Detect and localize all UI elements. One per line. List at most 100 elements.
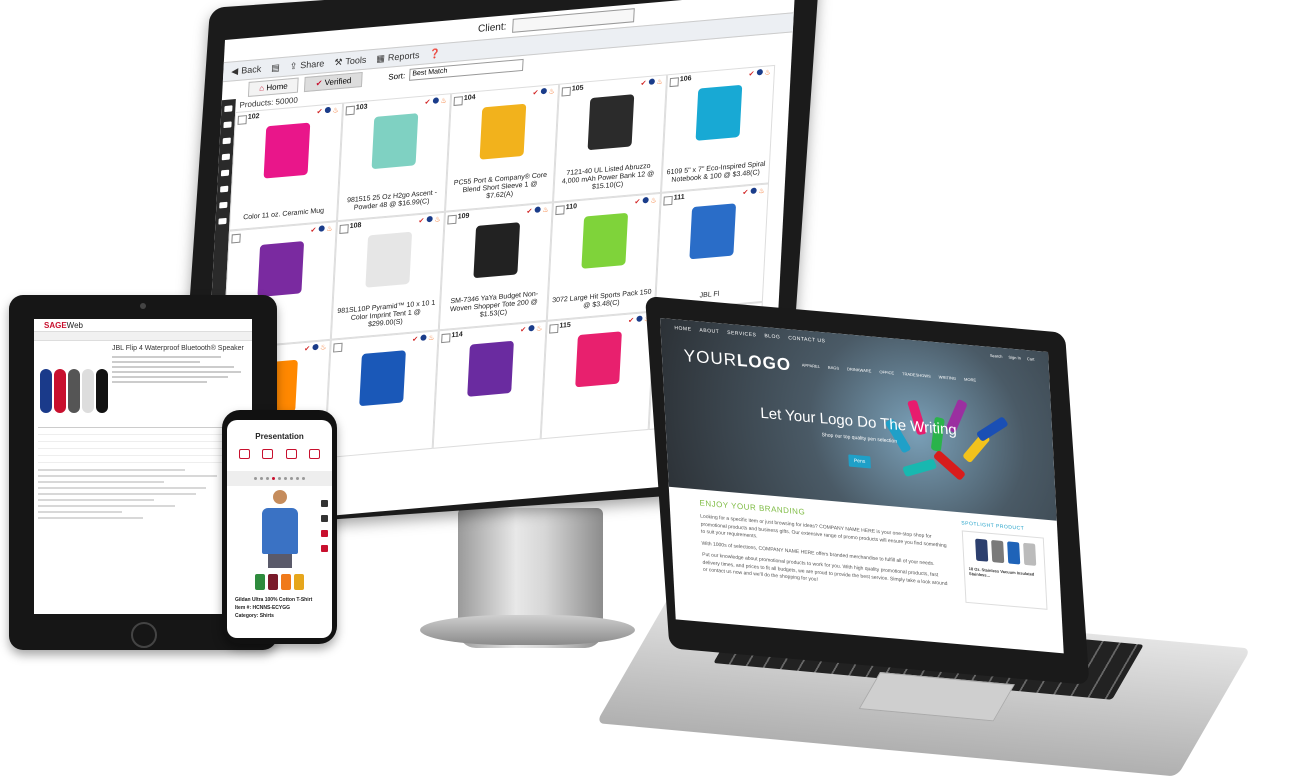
- share-icon[interactable]: [239, 449, 251, 459]
- utility-link[interactable]: Search: [990, 353, 1003, 359]
- user-icon[interactable]: [321, 500, 328, 507]
- product-number: 109: [457, 212, 470, 221]
- hot-fire-icon: ♨: [656, 78, 663, 87]
- supplier-dot-icon: [324, 106, 331, 114]
- product-checkbox[interactable]: [447, 214, 457, 225]
- product-card[interactable]: 109 ✔ ♨ SM-7346 YaYa Budget Non-Woven Shopp…: [438, 202, 553, 331]
- product-flags: ✔♨: [310, 225, 333, 235]
- color-swatch[interactable]: [268, 574, 278, 590]
- reports-button[interactable]: ▦ Reports: [376, 49, 420, 64]
- product-card[interactable]: 102 ✔ ♨ Color 11 oz. Ceramic Mug: [228, 102, 344, 231]
- product-image[interactable]: [581, 212, 629, 269]
- your-logo[interactable]: YOURLOGO: [683, 346, 791, 375]
- product-checkbox[interactable]: [237, 115, 247, 125]
- product-card[interactable]: 105 ✔ ♨ 7121-40 UL Listed Abruzzo 4,000 mAh…: [552, 74, 668, 203]
- product-card[interactable]: ✔ ♨: [324, 330, 439, 459]
- print-button[interactable]: ▤: [271, 62, 280, 74]
- product-image[interactable]: [467, 340, 514, 397]
- color-swatch[interactable]: [294, 574, 304, 590]
- nav-link[interactable]: BLOG: [764, 333, 780, 340]
- nav-link[interactable]: HOME: [674, 325, 691, 333]
- product-checkbox[interactable]: [231, 233, 241, 244]
- list-icon[interactable]: [220, 169, 230, 177]
- product-image[interactable]: [479, 103, 527, 160]
- category-menu-item[interactable]: WRITING: [939, 374, 957, 381]
- present-icon[interactable]: [262, 449, 274, 459]
- product-card[interactable]: 106 ✔ ♨ 6109 5" x 7" Eco-Inspired Spiral No…: [660, 64, 776, 193]
- product-number: 106: [679, 75, 692, 84]
- product-card[interactable]: 114 ✔ ♨: [432, 320, 547, 449]
- verified-check-icon: ✔: [316, 108, 323, 116]
- pens-button[interactable]: Pens: [848, 454, 871, 469]
- email-icon[interactable]: [285, 449, 297, 459]
- product-flags: ✔♨: [316, 106, 339, 116]
- product-image[interactable]: [587, 94, 635, 151]
- product-checkbox[interactable]: [549, 323, 559, 334]
- tools-button[interactable]: ⚒ Tools: [334, 54, 367, 68]
- product-checkbox[interactable]: [555, 205, 565, 216]
- pdf-icon[interactable]: [321, 530, 328, 537]
- product-image[interactable]: [257, 241, 305, 298]
- product-number: 111: [673, 193, 685, 202]
- category-menu-item[interactable]: BAGS: [828, 365, 839, 371]
- product-image[interactable]: [365, 231, 413, 288]
- product-checkbox[interactable]: [663, 195, 673, 206]
- tag-icon[interactable]: [220, 185, 229, 193]
- color-swatch[interactable]: [255, 574, 265, 590]
- tag-icon[interactable]: [321, 515, 328, 522]
- category-menu-item[interactable]: MORE: [964, 377, 976, 383]
- product-card[interactable]: 108 ✔ ♨ 981SL10P Pyramid™ 10 x 10 1 Color I…: [330, 211, 445, 340]
- nav-link[interactable]: SERVICES: [727, 330, 757, 339]
- user-icon[interactable]: [219, 201, 228, 209]
- menu-icon[interactable]: [224, 105, 233, 113]
- category-menu-item[interactable]: DRINKWARE: [847, 366, 872, 373]
- hot-fire-icon: ♨: [440, 97, 447, 106]
- color-swatch[interactable]: [281, 574, 291, 590]
- product-image[interactable]: [371, 113, 419, 170]
- product-card[interactable]: 111 ✔ ♨ JBL Fl: [654, 183, 769, 312]
- nav-link[interactable]: ABOUT: [699, 327, 719, 335]
- product-flags: ✔♨: [418, 215, 441, 225]
- product-checkbox[interactable]: [441, 333, 451, 344]
- product-image[interactable]: [689, 203, 737, 260]
- product-card[interactable]: 103 ✔ ♨ 981515 25 Oz H2go Ascent - Powder 4…: [336, 93, 452, 222]
- product-checkbox[interactable]: [561, 86, 571, 97]
- product-image[interactable]: [263, 122, 311, 179]
- supplier-dot-icon: [756, 68, 763, 76]
- phone-side-icons: [321, 500, 328, 552]
- help-button[interactable]: ❓: [429, 48, 441, 60]
- product-checkbox[interactable]: [333, 342, 343, 353]
- nav-link[interactable]: CONTACT US: [788, 335, 825, 344]
- utility-link[interactable]: Cart: [1027, 356, 1035, 362]
- power-icon[interactable]: [321, 545, 328, 552]
- settings-icon[interactable]: [218, 217, 227, 225]
- product-checkbox[interactable]: [453, 96, 463, 107]
- product-card[interactable]: 104 ✔ ♨ PC55 Port & Company® Core Blend Sho…: [444, 83, 560, 212]
- product-description: 981SL10P Pyramid™ 10 x 10 1 Color Imprin…: [337, 299, 436, 329]
- product-checkbox[interactable]: [339, 224, 349, 234]
- product-checkbox[interactable]: [669, 77, 679, 88]
- spotlight-card[interactable]: 18 Oz. Stainless Vacuum Insulated Stainl…: [961, 530, 1048, 610]
- product-card[interactable]: 110 ✔ ♨ 3072 Large Hit Sports Pack 150 @ $3…: [546, 192, 661, 321]
- category-menu-item[interactable]: TRADESHOWS: [902, 371, 931, 379]
- chat-icon[interactable]: [308, 449, 320, 459]
- back-button[interactable]: ◀ Back: [231, 63, 262, 77]
- share-button[interactable]: ⇪ Share: [289, 58, 325, 72]
- category-menu-item[interactable]: APPAREL: [802, 362, 820, 369]
- product-card[interactable]: 115✔♨: [540, 311, 655, 440]
- product-number: 108: [349, 222, 362, 231]
- tab-verified-label: Verified: [324, 75, 352, 87]
- search-icon[interactable]: [223, 121, 232, 129]
- product-image[interactable]: [473, 222, 521, 279]
- product-checkbox[interactable]: [345, 105, 355, 116]
- folder-icon[interactable]: [221, 153, 231, 161]
- product-image[interactable]: [575, 331, 622, 388]
- phone-device: Presentation Gildan Ultra 100% Cotton T-…: [222, 410, 337, 644]
- category-menu-item[interactable]: OFFICE: [879, 369, 894, 375]
- product-image[interactable]: [695, 84, 743, 141]
- product-image[interactable]: [359, 350, 406, 407]
- laptop-screen: HOME ABOUT SERVICES BLOG CONTACT US Search Si…: [660, 318, 1064, 654]
- utility-link[interactable]: Sign In: [1008, 354, 1021, 360]
- home-icon[interactable]: [222, 137, 231, 145]
- products-label: Products:: [239, 97, 274, 110]
